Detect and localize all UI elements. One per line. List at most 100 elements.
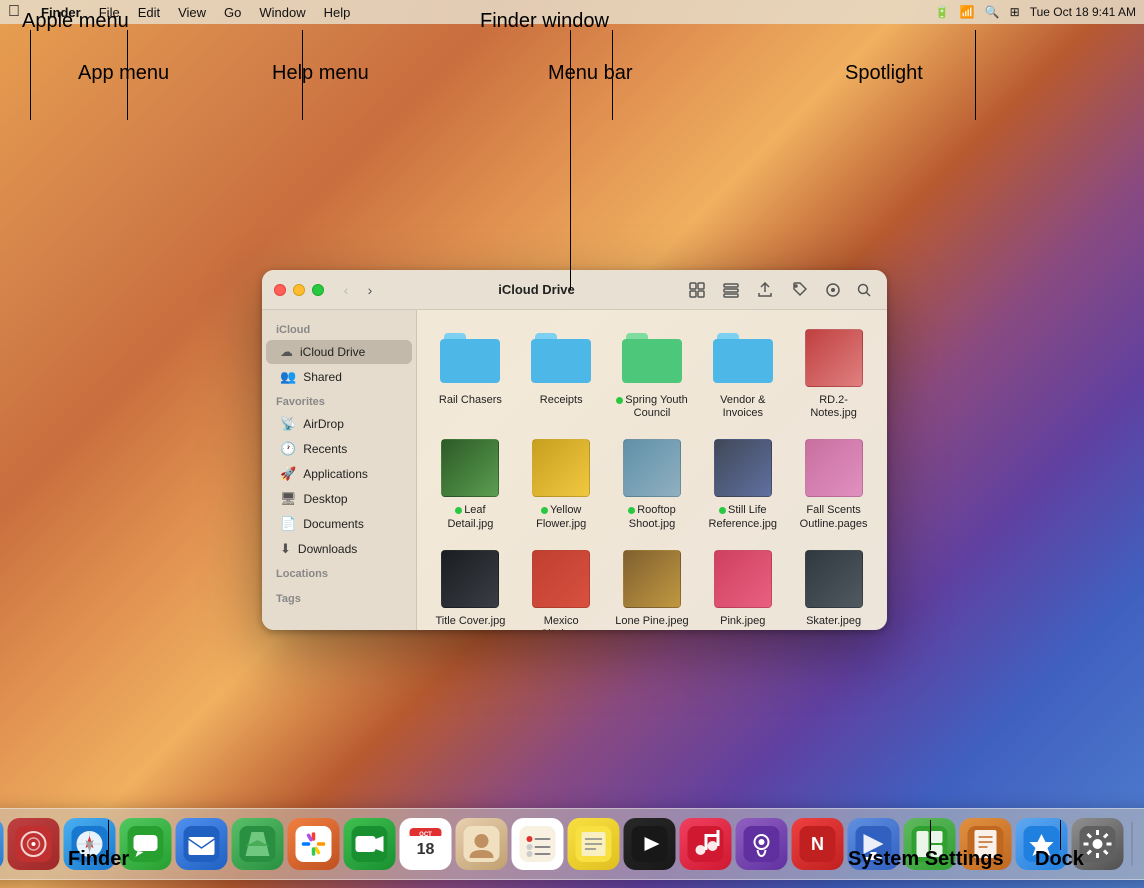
file-rail-chasers[interactable]: Rail Chasers [429, 322, 512, 424]
file-pink[interactable]: Pink.jpeg [701, 543, 784, 630]
file-spring-youth[interactable]: Spring Youth Council [611, 322, 694, 424]
finder-content: iCloud ☁ iCloud Drive 👥 Shared Favorites… [262, 310, 887, 630]
dock-maps[interactable] [232, 818, 284, 870]
applications-icon: 🚀 [280, 466, 296, 482]
dock-notes[interactable] [568, 818, 620, 870]
file-menu[interactable]: File [92, 3, 127, 22]
view-grid-button[interactable] [683, 279, 711, 301]
file-rooftop-shoot[interactable]: Rooftop Shoot.jpg [611, 432, 694, 534]
dock: 18OCT N [0, 808, 1144, 880]
sidebar-item-applications[interactable]: 🚀 Applications [266, 462, 412, 486]
file-receipts-label: Receipts [540, 394, 583, 407]
dock-appstore[interactable] [1016, 818, 1068, 870]
file-area: Rail Chasers Receipts Sp [417, 310, 887, 630]
tag-button[interactable] [785, 279, 813, 301]
image-yellow-flower-icon [529, 436, 593, 500]
downloads-icon: ⬇ [280, 541, 291, 557]
title-bar: ‹ › iCloud Drive [262, 270, 887, 310]
close-button[interactable] [274, 284, 286, 296]
file-vendor-invoices[interactable]: Vendor & Invoices [701, 322, 784, 424]
dock-numbers[interactable] [904, 818, 956, 870]
sidebar-section-locations: Locations [262, 562, 416, 583]
file-fall-scents[interactable]: Fall Scents Outline.pages [792, 432, 875, 534]
file-leaf-detail[interactable]: Leaf Detail.jpg [429, 432, 512, 534]
sidebar-section-favorites: Favorites [262, 390, 416, 411]
dock-system-settings[interactable] [1072, 818, 1124, 870]
dock-podcasts[interactable] [736, 818, 788, 870]
file-leaf-label: Leaf Detail.jpg [433, 504, 508, 530]
view-menu[interactable]: View [171, 3, 213, 22]
file-skater[interactable]: Skater.jpeg [792, 543, 875, 630]
dock-pages[interactable] [960, 818, 1012, 870]
file-rd2-notes-label: RD.2-Notes.jpg [796, 394, 871, 420]
shared-icon: 👥 [280, 369, 296, 385]
sidebar-item-documents[interactable]: 📄 Documents [266, 512, 412, 536]
dock-messages[interactable] [120, 818, 172, 870]
file-still-life[interactable]: Still Life Reference.jpg [701, 432, 784, 534]
documents-icon: 📄 [280, 516, 296, 532]
nav-buttons: ‹ › [336, 280, 380, 300]
file-fall-scents-label: Fall Scents Outline.pages [796, 504, 871, 530]
dock-finder[interactable] [0, 818, 4, 870]
file-lone-pine-label: Lone Pine.jpeg [615, 615, 688, 628]
dock-music[interactable] [680, 818, 732, 870]
file-yellow-flower[interactable]: Yellow Flower.jpg [520, 432, 603, 534]
dock-appletv[interactable] [624, 818, 676, 870]
file-rd2-notes[interactable]: RD.2-Notes.jpg [792, 322, 875, 424]
desktop-icon: 🖥 [280, 491, 297, 507]
file-lone-pine[interactable]: Lone Pine.jpeg [611, 543, 694, 630]
forward-button[interactable]: › [360, 280, 380, 300]
file-spring-youth-label: Spring Youth Council [615, 394, 690, 420]
dock-photos[interactable] [288, 818, 340, 870]
sidebar: iCloud ☁ iCloud Drive 👥 Shared Favorites… [262, 310, 417, 630]
dock-facetime[interactable] [344, 818, 396, 870]
dock-calendar[interactable]: 18OCT [400, 818, 452, 870]
window-title: iCloud Drive [390, 282, 683, 297]
file-mexico-city-label: Mexico City.jpeg [524, 615, 599, 630]
share-button[interactable] [751, 279, 779, 301]
search-button[interactable] [853, 279, 875, 301]
search-icon[interactable]: 🔍 [985, 5, 1000, 19]
action-button[interactable] [819, 279, 847, 301]
minimize-button[interactable] [293, 284, 305, 296]
back-button[interactable]: ‹ [336, 280, 356, 300]
sidebar-item-recents[interactable]: 🕐 Recents [266, 437, 412, 461]
dock-safari[interactable] [64, 818, 116, 870]
sidebar-item-airdrop[interactable]: 📡 AirDrop [266, 412, 412, 436]
wifi-icon: 📶 [960, 5, 975, 19]
dock-trash[interactable] [1141, 818, 1144, 870]
image-still-life-icon [711, 436, 775, 500]
dock-keynote[interactable] [848, 818, 900, 870]
dock-reminders[interactable] [512, 818, 564, 870]
dock-mail[interactable] [176, 818, 228, 870]
edit-menu[interactable]: Edit [131, 3, 167, 22]
window-menu[interactable]: Window [252, 3, 312, 22]
dock-news[interactable]: N [792, 818, 844, 870]
file-rail-chasers-label: Rail Chasers [439, 394, 502, 407]
maximize-button[interactable] [312, 284, 324, 296]
image-lone-pine-icon [620, 547, 684, 611]
dock-contacts[interactable] [456, 818, 508, 870]
sidebar-item-desktop[interactable]: 🖥 Desktop [266, 487, 412, 511]
battery-icon: 🔋 [935, 5, 950, 19]
file-still-life-label: Still Life Reference.jpg [705, 504, 780, 530]
finder-menu[interactable]: Finder [34, 3, 88, 22]
file-title-cover-label: Title Cover.jpg [435, 615, 505, 628]
sidebar-item-shared[interactable]: 👥 Shared [266, 365, 412, 389]
control-center-icon[interactable]: ⊞ [1010, 5, 1020, 19]
sidebar-item-downloads[interactable]: ⬇ Downloads [266, 537, 412, 561]
sidebar-item-icloud-drive[interactable]: ☁ iCloud Drive [266, 340, 412, 364]
apple-menu-button[interactable]:  [8, 3, 20, 21]
dock-launchpad[interactable] [8, 818, 60, 870]
image-fall-scents-icon [802, 436, 866, 500]
file-skater-label: Skater.jpeg [806, 615, 861, 628]
image-skater-icon [802, 547, 866, 611]
help-menu[interactable]: Help [317, 3, 358, 22]
view-options-button[interactable] [717, 279, 745, 301]
image-title-cover-icon [438, 547, 502, 611]
file-mexico-city[interactable]: Mexico City.jpeg [520, 543, 603, 630]
folder-rail-chasers-icon [438, 326, 502, 390]
file-title-cover[interactable]: Title Cover.jpg [429, 543, 512, 630]
go-menu[interactable]: Go [217, 3, 248, 22]
file-receipts[interactable]: Receipts [520, 322, 603, 424]
